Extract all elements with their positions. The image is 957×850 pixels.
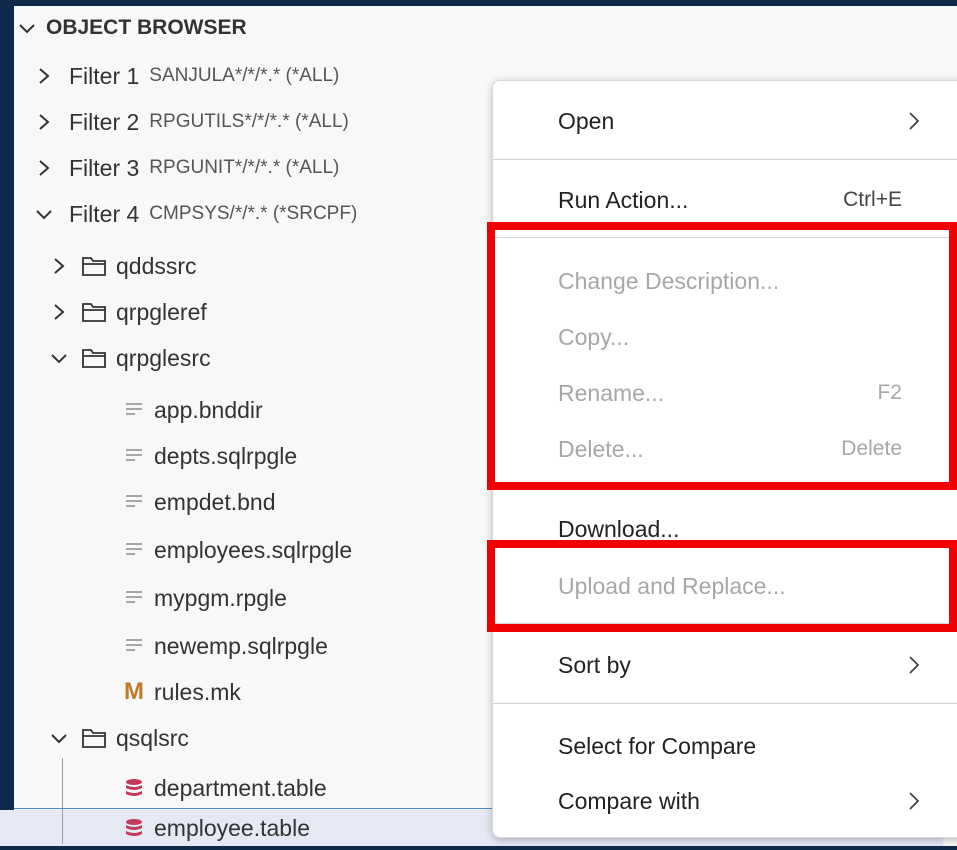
text-file-icon bbox=[120, 490, 148, 514]
menu-item-select-for-compare[interactable]: Select for Compare bbox=[493, 723, 957, 769]
chevron-right-icon bbox=[48, 301, 70, 323]
menu-separator bbox=[493, 703, 957, 704]
chevron-down-icon bbox=[48, 727, 70, 749]
chevron-down-icon bbox=[33, 203, 55, 225]
tree-item-label: app.bnddir bbox=[154, 396, 263, 423]
tree-item-label: Filter 1 bbox=[69, 62, 140, 89]
tree-item-label: Filter 4 bbox=[69, 200, 140, 227]
database-icon bbox=[120, 816, 148, 840]
folder-icon bbox=[80, 726, 108, 750]
focus-outline bbox=[14, 808, 494, 809]
menu-separator bbox=[493, 159, 957, 160]
tree-item-label: empdet.bnd bbox=[154, 488, 276, 515]
tree-item-description: RPGUTILS*/*/*.* (*ALL) bbox=[149, 111, 349, 132]
chevron-right-icon bbox=[33, 111, 55, 133]
menu-item-open[interactable]: Open bbox=[493, 98, 957, 144]
tree-item-label: Filter 2 bbox=[69, 108, 140, 135]
highlight-box-disabled-edit-actions bbox=[487, 222, 957, 490]
tree-item-label: Filter 3 bbox=[69, 154, 140, 181]
tree-item-label: newemp.sqlrpgle bbox=[154, 632, 328, 659]
chevron-right-icon bbox=[909, 656, 920, 674]
tree-item-label: mypgm.rpgle bbox=[154, 584, 287, 611]
tree-item-label: qrpglesrc bbox=[116, 344, 211, 371]
folder-icon bbox=[80, 346, 108, 370]
tree-item-label: qrpgleref bbox=[116, 298, 207, 325]
menu-item-label: Run Action... bbox=[558, 186, 689, 213]
menu-item-label: Download... bbox=[558, 515, 680, 542]
menu-item-sort-by[interactable]: Sort by bbox=[493, 642, 957, 688]
makefile-icon: M bbox=[124, 678, 144, 705]
tree-item-label: employee.table bbox=[154, 814, 310, 841]
chevron-down-icon bbox=[48, 347, 70, 369]
menu-item-label: Compare with bbox=[558, 787, 700, 814]
tree-item-label: rules.mk bbox=[154, 678, 241, 705]
tree-item-label: department.table bbox=[154, 774, 327, 801]
chevron-right-icon bbox=[909, 112, 920, 130]
chevron-right-icon bbox=[33, 157, 55, 179]
text-file-icon bbox=[120, 586, 148, 610]
tree-item-label: employees.sqlrpgle bbox=[154, 536, 353, 563]
tree-item-label: depts.sqlrpgle bbox=[154, 442, 298, 469]
object-browser-header[interactable]: OBJECT BROWSER bbox=[16, 10, 247, 46]
text-file-icon bbox=[120, 444, 148, 468]
folder-icon bbox=[80, 254, 108, 278]
menu-item-compare-with[interactable]: Compare with bbox=[493, 778, 957, 824]
chevron-right-icon bbox=[48, 255, 70, 277]
text-file-icon bbox=[120, 538, 148, 562]
tree-item-description: CMPSYS/*/*.* (*SRCPF) bbox=[149, 203, 358, 224]
chevron-down-icon bbox=[19, 24, 35, 34]
chevron-right-icon bbox=[909, 792, 920, 810]
chevron-right-icon bbox=[33, 65, 55, 87]
menu-item-run-action[interactable]: Run Action... Ctrl+E bbox=[493, 177, 957, 223]
menu-item-label: Sort by bbox=[558, 651, 631, 678]
indent-guide bbox=[62, 758, 63, 844]
menu-item-shortcut: Ctrl+E bbox=[843, 188, 902, 211]
folder-icon bbox=[80, 300, 108, 324]
section-title: OBJECT BROWSER bbox=[46, 16, 247, 39]
window-frame-bottom bbox=[0, 846, 957, 850]
tree-item-description: RPGUNIT*/*/*.* (*ALL) bbox=[149, 157, 340, 178]
text-file-icon bbox=[120, 398, 148, 422]
tree-item-label: qsqlsrc bbox=[116, 724, 189, 751]
database-icon bbox=[120, 776, 148, 800]
text-file-icon bbox=[120, 634, 148, 658]
menu-item-label: Select for Compare bbox=[558, 732, 757, 759]
tree-item-description: SANJULA*/*/*.* (*ALL) bbox=[149, 65, 340, 86]
highlight-box-upload bbox=[487, 540, 957, 632]
tree-item-label: qddssrc bbox=[116, 252, 197, 279]
menu-item-label: Open bbox=[558, 107, 615, 134]
